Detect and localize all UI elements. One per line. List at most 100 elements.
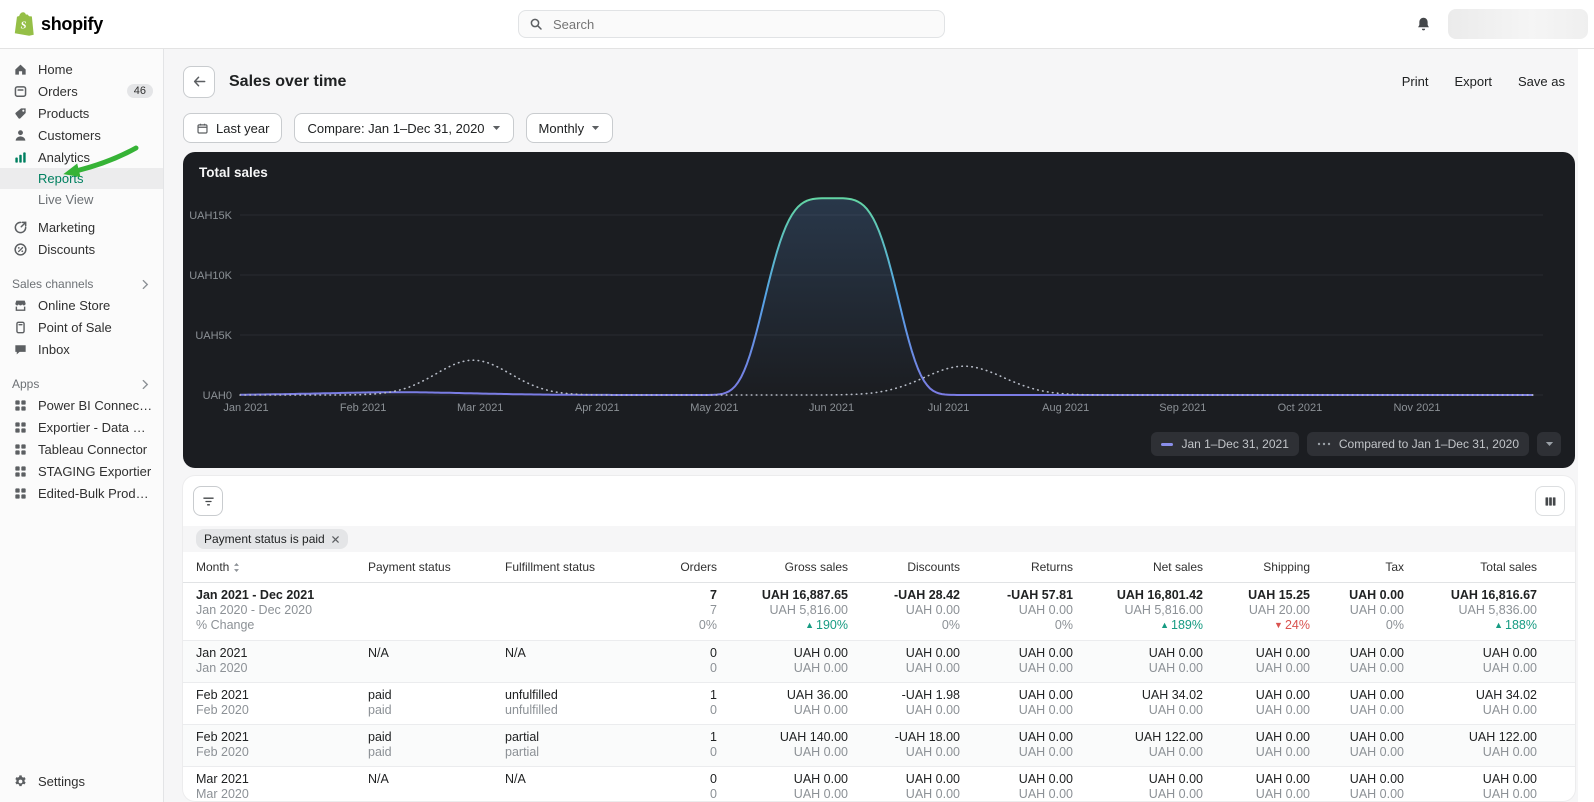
back-arrow-icon: [192, 74, 207, 89]
home-icon: [12, 61, 28, 77]
date-range-button[interactable]: Last year: [183, 113, 283, 144]
sidebar-item-label: Products: [38, 105, 90, 121]
table-cell: partial: [505, 745, 540, 760]
column-header-discounts[interactable]: Discounts: [848, 560, 960, 574]
filter-button[interactable]: [193, 486, 223, 517]
granularity-button[interactable]: Monthly: [525, 113, 614, 144]
column-header-gross-sales[interactable]: Gross sales: [717, 560, 848, 574]
scrollbar[interactable]: [1578, 48, 1594, 802]
table-row: Feb 2020 paid unfulfilled 0 UAH 0.00 UAH 0.00…: [183, 703, 1575, 718]
table-cell: UAH 36.00: [786, 688, 848, 703]
column-header-month[interactable]: Month: [196, 560, 368, 574]
sidebar-item-products[interactable]: Products: [0, 102, 163, 124]
column-header-orders[interactable]: Orders: [665, 560, 717, 574]
sidebar-item-reports[interactable]: Reports: [0, 168, 163, 189]
table-cell: Jan 2020: [196, 661, 248, 676]
sidebar-item-tableau-connector[interactable]: Tableau Connector: [0, 438, 163, 460]
table-cell: Feb 2020: [196, 703, 249, 718]
svg-text:Nov 2021: Nov 2021: [1393, 402, 1440, 414]
legend-compare-period[interactable]: Compared to Jan 1–Dec 31, 2020: [1306, 432, 1529, 457]
sidebar-item-inbox[interactable]: Inbox: [0, 338, 163, 360]
sidebar-item-label: Edited-Bulk Product Ma...: [38, 485, 153, 501]
sidebar-item-label: Tableau Connector: [38, 441, 148, 457]
table-cell: UAH 0.00: [1349, 787, 1404, 802]
svg-text:Aug 2021: Aug 2021: [1042, 402, 1089, 414]
sidebar-item-staging-exportier[interactable]: STAGING Exportier: [0, 460, 163, 482]
table-cell: UAH 5,816.00: [1124, 603, 1203, 618]
inbox-icon: [12, 341, 28, 357]
edited-bulk-product-icon: [12, 485, 28, 501]
sidebar-subitem-label: Reports: [38, 171, 84, 186]
legend-current-period[interactable]: Jan 1–Dec 31, 2021: [1151, 432, 1299, 457]
sidebar-item-point-of-sale[interactable]: Point of Sale: [0, 316, 163, 338]
sidebar-item-orders[interactable]: Orders 46: [0, 80, 163, 102]
shopify-logo[interactable]: S shopify: [14, 0, 103, 48]
chart-legend: Jan 1–Dec 31, 2021 Compared to Jan 1–Dec…: [1151, 432, 1561, 457]
solid-line-swatch-icon: [1161, 442, 1174, 446]
global-search[interactable]: [518, 10, 945, 38]
legend-current-label: Jan 1–Dec 31, 2021: [1181, 437, 1289, 452]
sidebar-item-online-store[interactable]: Online Store: [0, 294, 163, 316]
table-cell: ▲ 190%: [805, 618, 848, 633]
sidebar-item-live-view[interactable]: Live View: [0, 189, 163, 210]
table-cell: UAH 0.00: [1148, 772, 1203, 787]
table-cell: UAH 0.00: [1482, 661, 1537, 676]
filter-chip-payment-status[interactable]: Payment status is paid: [196, 529, 348, 550]
table-cell: UAH 0.00: [1018, 787, 1073, 802]
table-cell: 0: [710, 646, 717, 661]
sidebar-item-customers[interactable]: Customers: [0, 124, 163, 146]
column-header-returns[interactable]: Returns: [960, 560, 1073, 574]
notifications-bell-icon[interactable]: [1415, 16, 1432, 33]
user-account-menu[interactable]: [1448, 9, 1588, 39]
column-header-payment-status[interactable]: Payment status: [368, 560, 505, 574]
sidebar-section-sales-channels[interactable]: Sales channels: [0, 274, 163, 294]
sidebar-item-analytics[interactable]: Analytics: [0, 146, 163, 168]
exportier-data-export-icon: [12, 419, 28, 435]
table-cell: UAH 0.00: [1148, 703, 1203, 718]
sidebar-item-exportier-data-export[interactable]: Exportier - Data Export: [0, 416, 163, 438]
search-input[interactable]: [551, 15, 934, 33]
column-header-net-sales[interactable]: Net sales: [1073, 560, 1203, 574]
column-header-tax[interactable]: Tax: [1310, 560, 1404, 574]
gear-icon: [12, 773, 28, 789]
sidebar-item-settings[interactable]: Settings: [0, 770, 163, 792]
table-cell: UAH 0.00: [1349, 703, 1404, 718]
table-row-group: Jan 2021 N/A N/A 0 UAH 0.00 UAH 0.00 UAH 0.00 U…: [183, 641, 1575, 684]
sidebar-item-edited-bulk-product[interactable]: Edited-Bulk Product Ma...: [0, 482, 163, 504]
table-cell: UAH 0.00: [1255, 646, 1310, 661]
table-cell: UAH 15.25: [1248, 588, 1310, 603]
table-cell: UAH 16,816.67: [1450, 588, 1537, 603]
table-cell: 7: [710, 603, 717, 618]
edit-columns-button[interactable]: [1535, 486, 1565, 517]
sidebar-item-label: Point of Sale: [38, 319, 112, 335]
table-cell: N/A: [505, 772, 526, 787]
compare-button[interactable]: Compare: Jan 1–Dec 31, 2020: [294, 113, 514, 144]
column-header-fulfillment-status[interactable]: Fulfillment status: [505, 560, 665, 574]
sidebar-item-power-bi-connector[interactable]: Power BI Connector: [0, 394, 163, 416]
topbar: S shopify: [0, 0, 1594, 49]
table-cell: N/A: [368, 646, 389, 661]
back-button[interactable]: [183, 65, 215, 98]
table-row: Jan 2020 0 UAH 0.00 UAH 0.00 UAH 0.00 UAH 0.0…: [183, 661, 1575, 676]
save-as-button[interactable]: Save as: [1518, 74, 1565, 89]
legend-dropdown-button[interactable]: [1537, 432, 1561, 457]
table-cell: UAH 0.00: [1482, 772, 1537, 787]
table-cell: UAH 0.00: [905, 603, 960, 618]
column-header-shipping[interactable]: Shipping: [1203, 560, 1310, 574]
header-actions: Print Export Save as: [1402, 74, 1575, 89]
export-button[interactable]: Export: [1454, 74, 1492, 89]
table-cell: [505, 661, 665, 676]
column-header-total-sales[interactable]: Total sales: [1404, 560, 1537, 574]
sidebar-section-apps[interactable]: Apps: [0, 374, 163, 394]
sidebar-item-discounts[interactable]: Discounts: [0, 238, 163, 260]
print-button[interactable]: Print: [1402, 74, 1429, 89]
power-bi-connector-icon: [12, 397, 28, 413]
sidebar-item-home[interactable]: Home: [0, 58, 163, 80]
close-icon[interactable]: [331, 535, 340, 544]
table-row-group: Jan 2021 - Dec 2021 7 UAH 16,887.65 -UAH 28…: [183, 583, 1575, 642]
table-cell: 0%: [1054, 618, 1073, 633]
sidebar-item-marketing[interactable]: Marketing: [0, 216, 163, 238]
sidebar-item-label: Discounts: [38, 241, 96, 257]
svg-text:UAH15K: UAH15K: [189, 210, 232, 222]
table-cell: UAH 16,801.42: [1116, 588, 1203, 603]
